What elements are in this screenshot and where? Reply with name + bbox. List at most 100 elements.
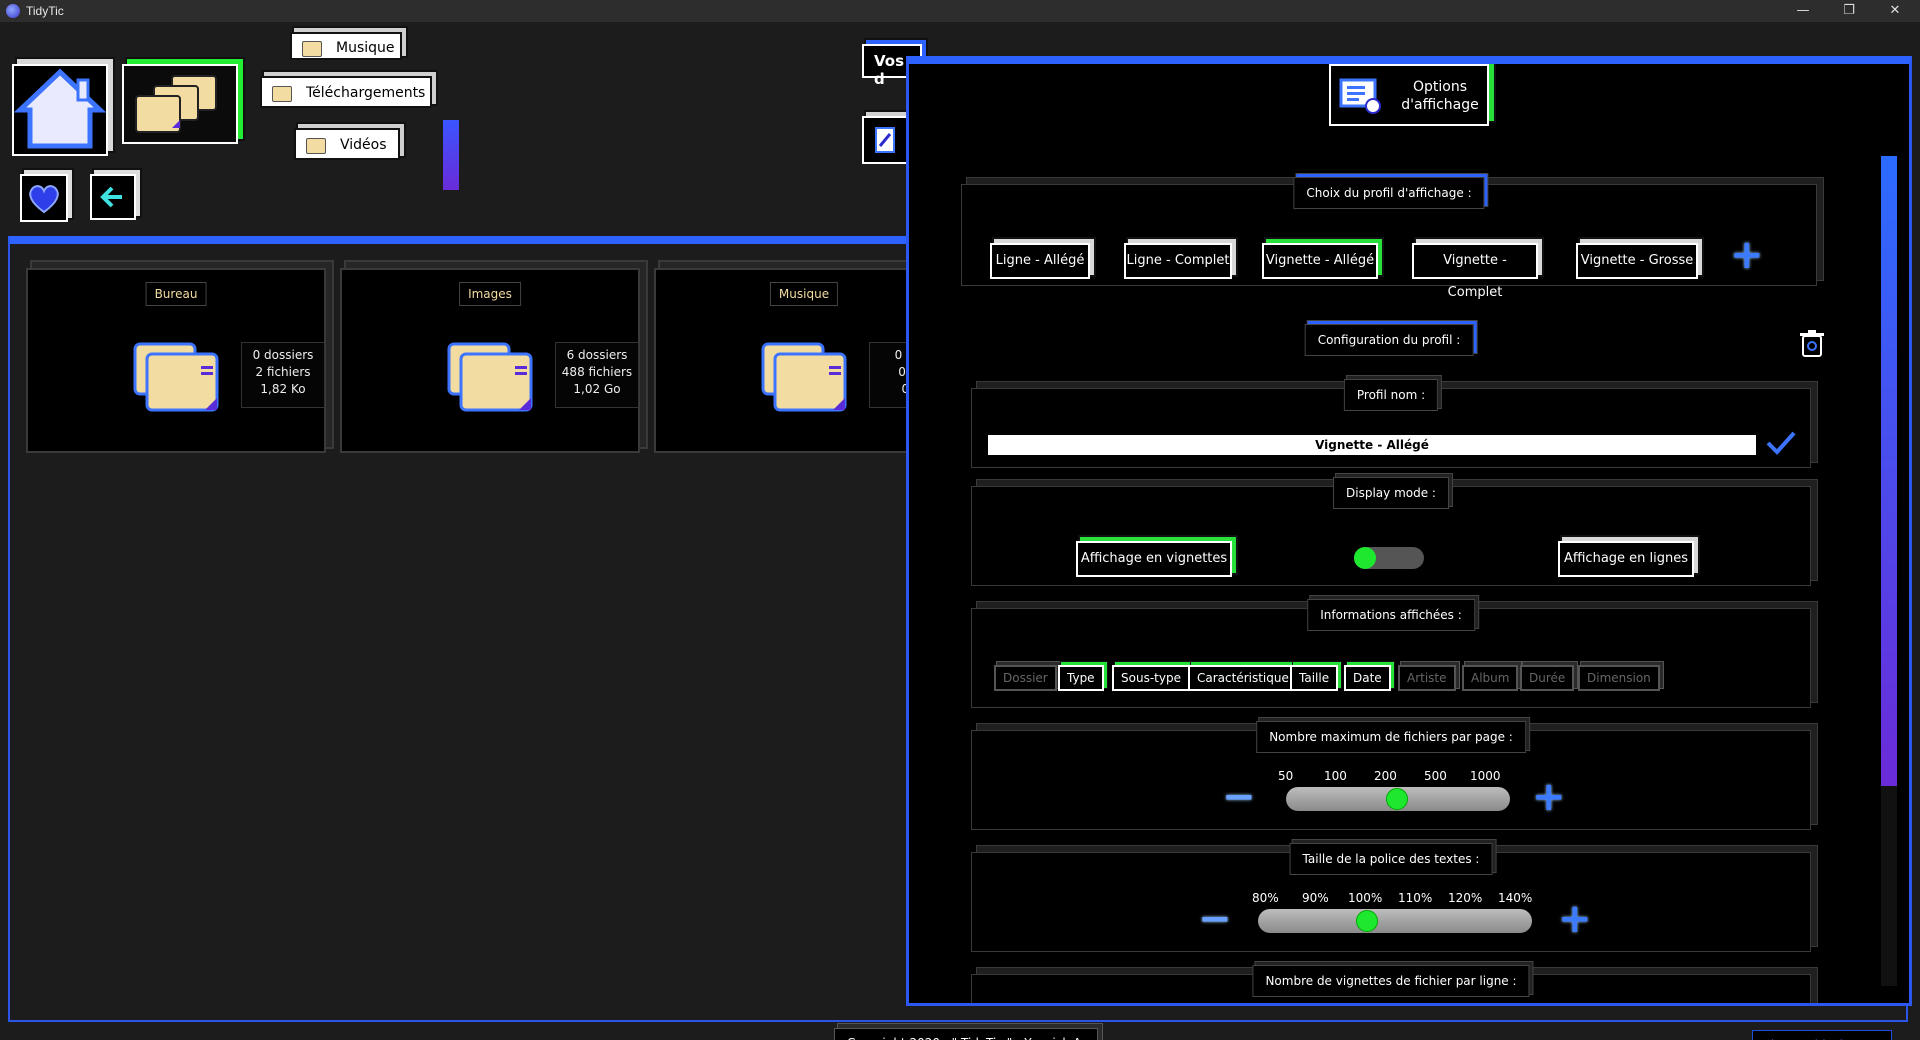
profile-button[interactable]: Vignette - Complet [1412,243,1538,300]
options-scrollbar-thumb[interactable] [1881,156,1897,786]
tag-artiste[interactable]: Artiste [1398,665,1456,691]
info-displayed-section: Informations affichées : Dossier Type So… [971,599,1811,708]
folder-size: 1,02 Go [573,382,621,396]
tick-label: 90% [1302,891,1329,905]
tag-date[interactable]: Date [1344,665,1391,691]
website-link[interactable]: http://TidyTic.org [1752,1030,1892,1040]
toggle-knob [1354,547,1376,569]
title-bar: TidyTic — ❐ ✕ [0,0,1920,22]
profile-button[interactable]: Vignette - Grosse [1576,243,1698,279]
shortcut-label: Vidéos [340,137,387,153]
folder-size: 1,82 Ko [260,382,306,396]
tag-dossier[interactable]: Dossier [994,665,1057,691]
folder-stats: 6 dossiers 488 fichiers 1,02 Go [555,342,639,408]
home-button[interactable] [12,64,108,156]
folders-view-button[interactable] [122,64,238,144]
profile-choice-section: Choix du profil d'affichage : Ligne - Al… [961,177,1817,300]
profile-button[interactable]: Ligne - Complet [1124,243,1232,279]
tick-label: 100% [1348,891,1383,905]
minimize-button[interactable]: — [1780,0,1826,22]
display-options-panel: Options d'affichage Choix du profil d'af… [906,56,1912,1006]
font-size-slider[interactable] [1258,909,1532,933]
tick-label: 200 [1374,769,1397,783]
info-displayed-title: Informations affichées : [1307,599,1475,631]
decrease-max-files-button[interactable]: − [1222,777,1256,817]
folder-card-bureau[interactable]: Bureau 0 dossiers 2 fichiers 1,82 Ko [26,268,326,453]
tidytic-app-icon [6,4,20,18]
profile-name-input[interactable]: Vignette - Allégé [988,435,1756,455]
shortcut-label: Musique [336,40,395,56]
folder-stats: 0 dossiers 2 fichiers 1,82 Ko [241,342,325,408]
profile-name-label: Profil nom : [1343,379,1439,411]
tag-caracteristique[interactable]: Caractéristique [1188,665,1298,691]
display-options-header: Options d'affichage [1329,64,1489,126]
tag-taille[interactable]: Taille [1290,665,1339,691]
folder-icon [133,342,219,412]
font-size-title: Taille de la police des textes : [1289,843,1493,875]
close-button[interactable]: ✕ [1872,0,1918,22]
profile-config-title: Configuration du profil : [1304,324,1474,356]
folder-card-images[interactable]: Images 6 dossiers 488 fichiers 1,02 Go [340,268,640,453]
display-mode-toggle[interactable] [1354,547,1424,569]
thumbnail-mode-button[interactable]: Affichage en vignettes [1076,541,1232,577]
shortcut-videos[interactable]: Vidéos [294,128,400,160]
tag-dimension[interactable]: Dimension [1578,665,1660,691]
folder-icon [306,138,326,154]
tick-label: 100 [1324,769,1347,783]
home-icon [13,68,107,149]
tag-type[interactable]: Type [1058,665,1104,691]
back-button[interactable] [90,174,136,220]
profile-button[interactable]: Ligne - Allégé [990,243,1090,279]
increase-font-size-button[interactable]: + [1558,899,1592,939]
tag-album[interactable]: Album [1462,665,1519,691]
shortcut-telechargements[interactable]: Téléchargements [260,76,432,108]
favorites-button[interactable] [20,174,68,222]
edit-note-button[interactable] [862,116,910,164]
tick-label: 140% [1498,891,1533,905]
thumbs-per-line-section: Nombre de vignettes de fichier par ligne… [971,965,1811,1003]
tick-label: 110% [1398,891,1433,905]
heart-icon [29,185,59,214]
options-title-line1: Options [1412,79,1468,95]
tick-label: 120% [1448,891,1483,905]
folder-dirs-count: 6 dossiers [566,348,628,362]
decrease-font-size-button[interactable]: − [1198,899,1232,939]
list-mode-button[interactable]: Affichage en lignes [1558,541,1694,577]
folder-name: Musique [769,282,839,306]
shortcut-musique[interactable]: Musique [290,32,402,60]
thumbs-per-line-title: Nombre de vignettes de fichier par ligne… [1252,965,1530,997]
slider-knob[interactable] [1356,910,1378,932]
max-files-slider[interactable] [1286,787,1510,811]
shortcut-label: Téléchargements [306,85,426,101]
tag-duree[interactable]: Durée [1520,665,1575,691]
max-files-title: Nombre maximum de fichiers par page : [1256,721,1526,753]
slider-knob[interactable] [1386,788,1408,810]
tick-label: 80% [1252,891,1279,905]
increase-max-files-button[interactable]: + [1532,777,1566,817]
profile-choice-title: Choix du profil d'affichage : [1293,177,1485,209]
shortcuts-scrollbar[interactable] [443,120,459,190]
folder-files-count: 488 fichiers [561,365,633,379]
folder-icon [447,342,533,412]
folder-files-count: 2 fichiers [255,365,311,379]
trash-icon[interactable] [1797,328,1827,360]
display-mode-title: Display mode : [1333,477,1449,509]
profile-name-section: Profil nom : Vignette - Allégé [971,379,1811,468]
folders-icon [135,75,217,133]
app-area: Musique Téléchargements Vidéos Vos d Bur… [0,22,1920,1040]
profile-button-active[interactable]: Vignette - Allégé [1262,243,1378,279]
checkmark-icon[interactable] [1764,429,1798,457]
folder-name: Bureau [145,282,207,306]
note-icon [875,127,895,153]
copyright-text: Copyright 2020 : " TidyTic " - Yannick A… [834,1028,1098,1040]
folder-icon [761,342,847,412]
settings-screen-icon [1339,78,1381,114]
tag-sous-type[interactable]: Sous-type [1112,665,1190,691]
options-title-line2: d'affichage [1401,97,1479,113]
folder-icon [272,86,292,102]
restore-button[interactable]: ❐ [1826,0,1872,22]
folder-dirs-count: 0 dossiers [252,348,314,362]
max-files-section: Nombre maximum de fichiers par page : 50… [971,721,1811,830]
font-size-section: Taille de la police des textes : 80% 90%… [971,843,1811,952]
add-profile-button[interactable]: + [1730,235,1764,275]
